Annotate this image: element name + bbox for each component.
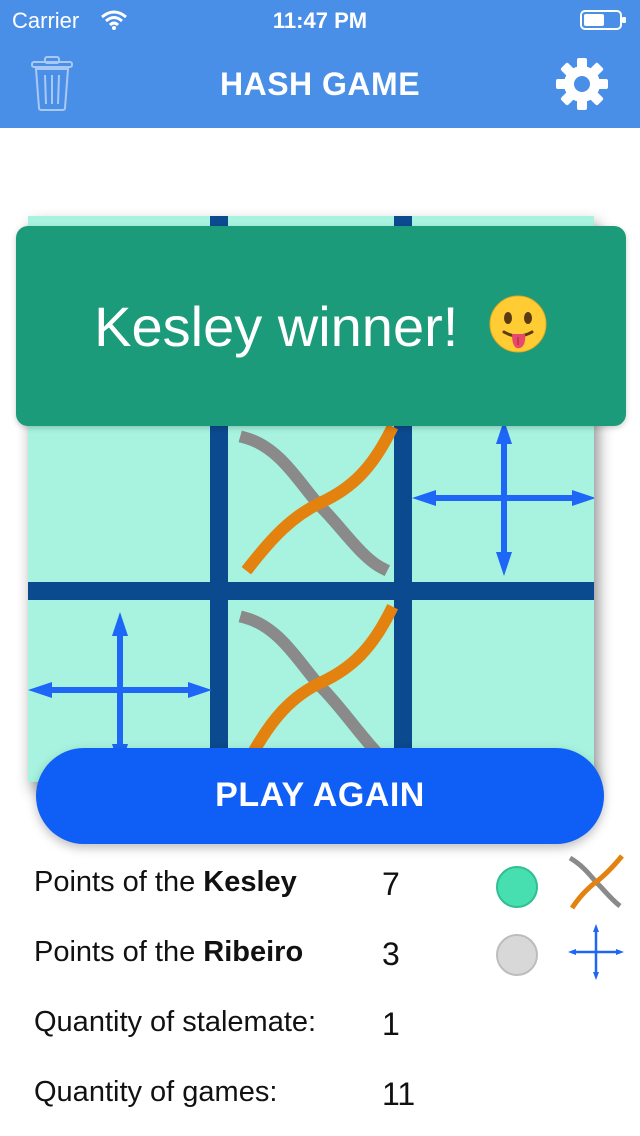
player1-color-dot xyxy=(496,866,538,908)
player2-symbol-plus-icon xyxy=(566,922,626,982)
stat-prefix: Points of the xyxy=(34,936,204,968)
grid-line-horizontal-2 xyxy=(28,582,594,600)
cell-plus-mark xyxy=(28,612,212,768)
winner-banner: Kesley winner! xyxy=(16,226,626,426)
player2-name: Ribeiro xyxy=(203,936,304,968)
cell-plus-mark xyxy=(412,420,594,576)
winner-message: Kesley winner! xyxy=(16,294,626,359)
tongue-out-face-icon xyxy=(488,294,548,354)
winner-text: Kesley winner! xyxy=(94,295,459,358)
stat-prefix: Quantity of stalemate: xyxy=(34,1006,317,1038)
cell-x-mark xyxy=(238,423,399,577)
stat-label-player1: Points of the Kesley xyxy=(34,866,297,899)
battery-icon xyxy=(580,10,628,35)
play-again-button[interactable]: PLAY AGAIN xyxy=(36,748,604,844)
status-time: 11:47 PM xyxy=(272,8,368,33)
stalemate-count: 1 xyxy=(382,1006,400,1042)
games-count: 11 xyxy=(382,1076,416,1112)
player2-color-dot xyxy=(496,934,538,976)
stat-prefix: Quantity of games: xyxy=(34,1076,278,1108)
player1-name: Kesley xyxy=(203,866,297,898)
stat-prefix: Points of the xyxy=(34,866,204,898)
stat-label-games: Quantity of games: xyxy=(34,1076,277,1109)
cell-x-mark xyxy=(238,603,399,767)
player1-symbol-x-icon xyxy=(566,852,626,912)
page-title: HASH GAME xyxy=(219,66,421,102)
player2-points: 3 xyxy=(382,936,400,972)
stat-label-player2: Points of the Ribeiro xyxy=(34,936,303,969)
gear-icon[interactable] xyxy=(554,56,610,112)
navigation-bar: HASH GAME xyxy=(0,40,640,128)
status-bar: Carrier 11:47 PM xyxy=(0,0,640,40)
player1-points: 7 xyxy=(382,866,400,902)
play-again-label: PLAY AGAIN xyxy=(215,776,425,814)
stat-label-stalemate: Quantity of stalemate: xyxy=(34,1006,316,1039)
